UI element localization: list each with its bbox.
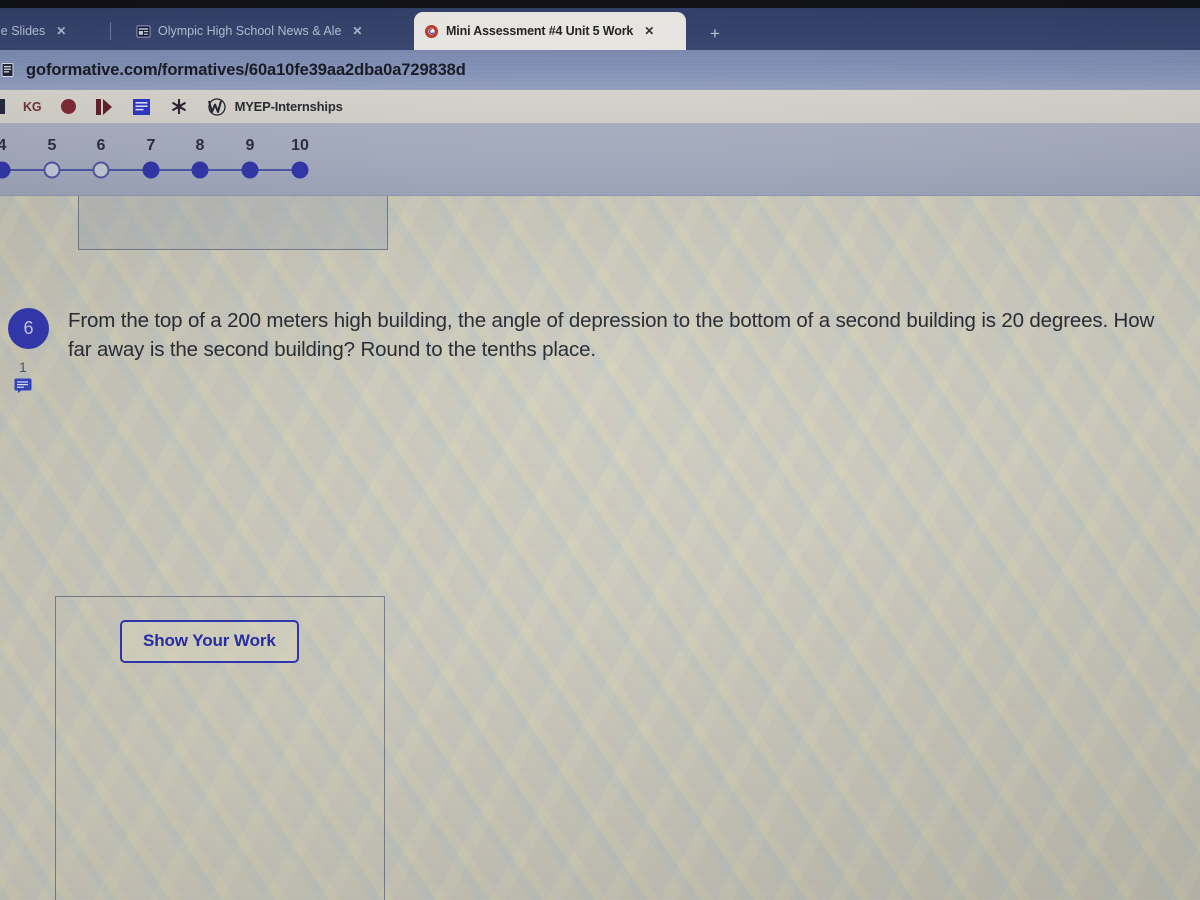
progress-dot-6[interactable]: [92, 161, 110, 179]
question-number-badge: 6: [8, 308, 49, 349]
show-your-work-button[interactable]: Show Your Work: [120, 620, 299, 663]
goformative-favicon: [424, 24, 439, 38]
blue-document-icon: [132, 98, 150, 115]
progress-dot-9[interactable]: [241, 161, 259, 179]
new-tab-button[interactable]: +: [710, 24, 720, 44]
browser-window: le Slides ✕ Olympic High School News & A…: [0, 0, 1200, 900]
red-circle-icon: [60, 99, 76, 114]
progress-number-4: 4: [0, 137, 7, 154]
bookmark-myep-internships[interactable]: MYEP-Internships: [198, 90, 352, 123]
progress-number-6: 6: [96, 137, 106, 154]
progress-dot-7[interactable]: [142, 161, 160, 179]
atom-icon: [171, 99, 186, 114]
answer-response-area[interactable]: Show Your Work: [55, 596, 385, 900]
previous-question-answer-box[interactable]: [78, 196, 388, 250]
bookmark-edge-icon[interactable]: [0, 90, 14, 123]
browser-tab-strip: le Slides ✕ Olympic High School News & A…: [0, 8, 1200, 50]
news-favicon: [136, 24, 151, 38]
browser-tab-1-title: Olympic High School News & Ale: [158, 24, 342, 38]
bookmarks-bar: KG MYEP-Internships: [0, 90, 1200, 123]
progress-number-9: 9: [245, 137, 255, 154]
progress-number-7: 7: [146, 137, 156, 154]
bookmark-red-circle[interactable]: [51, 90, 86, 123]
formative-page-content: 6 1 From the top of a 200 meters high bu…: [0, 196, 1200, 900]
question-text: From the top of a 200 meters high buildi…: [68, 309, 1155, 362]
progress-number-8: 8: [195, 137, 205, 154]
question-points: 1: [19, 359, 27, 375]
w-icon: [207, 97, 226, 116]
browser-tab-0[interactable]: le Slides ✕: [0, 12, 108, 50]
progress-dot-5[interactable]: [43, 161, 61, 179]
progress-dot-4[interactable]: [0, 161, 11, 179]
formative-header: 4 5 6 7 8 9 10: [0, 123, 1200, 196]
address-bar[interactable]: goformative.com/formatives/60a10fe39aa2d…: [0, 50, 1200, 90]
address-bar-url: goformative.com/formatives/60a10fe39aa2d…: [26, 60, 466, 79]
question-progress-nav: 4 5 6 7 8 9 10: [0, 123, 340, 196]
progress-number-10: 10: [291, 137, 309, 154]
browser-tab-2-active[interactable]: Mini Assessment #4 Unit 5 Work ✕: [414, 12, 686, 50]
tab-separator: [110, 22, 111, 40]
progress-number-5: 5: [47, 137, 57, 154]
bookmark-atom[interactable]: [160, 90, 198, 123]
page-icon: [1, 63, 14, 77]
comment-icon[interactable]: [14, 378, 32, 393]
browser-tab-2-close-icon[interactable]: ✕: [644, 24, 654, 38]
dark-red-m-icon: [95, 98, 112, 115]
bookmark-kg-label: KG: [23, 99, 42, 114]
bookmark-dark-red-m[interactable]: [86, 90, 123, 123]
browser-tab-0-title: le Slides: [0, 24, 46, 38]
progress-dot-10[interactable]: [291, 161, 309, 179]
bookmark-myep-label: MYEP-Internships: [234, 99, 343, 114]
browser-tab-1[interactable]: Olympic High School News & Ale ✕: [126, 12, 411, 50]
bookmark-kg[interactable]: KG: [14, 90, 51, 123]
bookmark-blue-document[interactable]: [123, 90, 160, 123]
browser-tab-1-close-icon[interactable]: ✕: [352, 24, 362, 38]
progress-dot-8[interactable]: [191, 161, 209, 179]
browser-tab-0-close-icon[interactable]: ✕: [56, 24, 66, 38]
window-top-edge: [0, 0, 1200, 8]
browser-tab-2-title: Mini Assessment #4 Unit 5 Work: [446, 24, 634, 38]
